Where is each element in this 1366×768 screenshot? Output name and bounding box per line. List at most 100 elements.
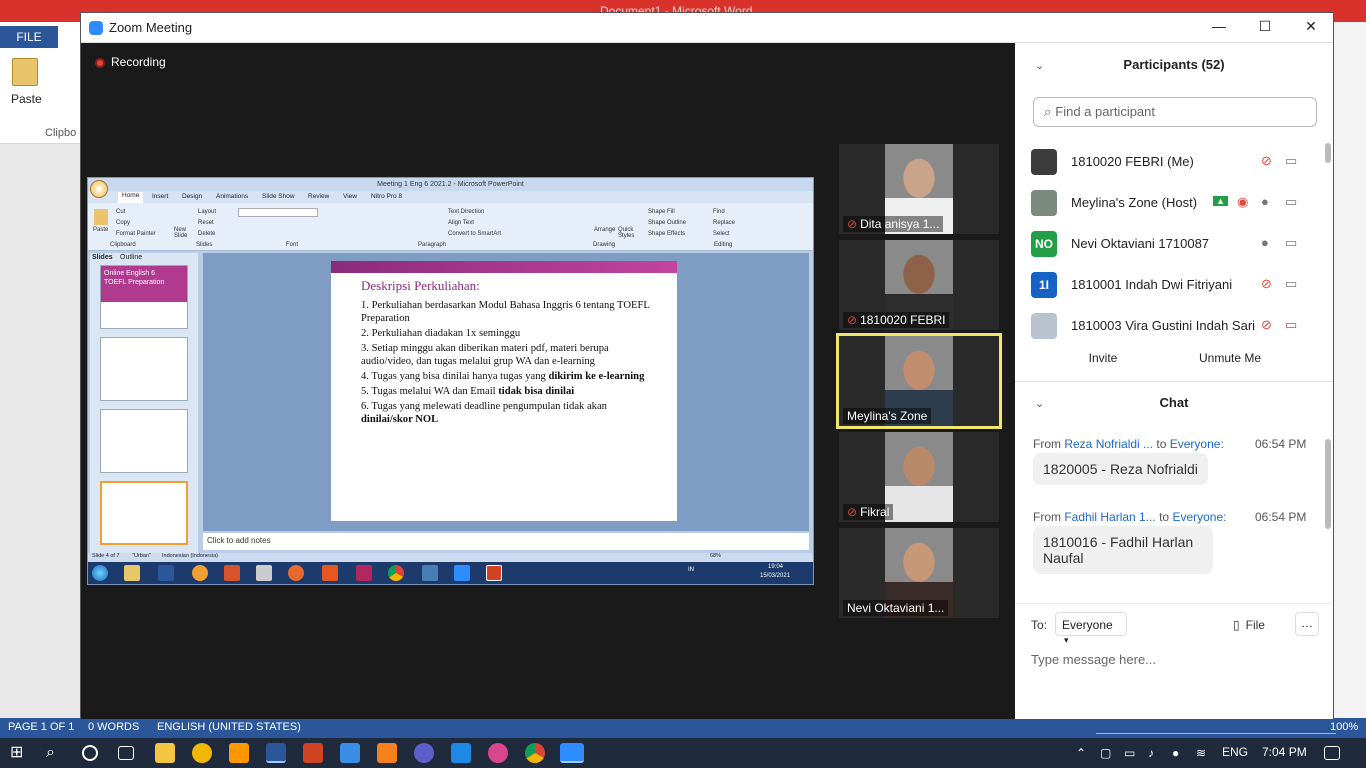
pp-clock-date[interactable]: 15/03/2021: [760, 573, 790, 579]
chat-message-input[interactable]: Type message here...: [1031, 652, 1321, 676]
paste-icon[interactable]: [12, 58, 38, 86]
video-tile[interactable]: ⊘ Dita anisya 1...: [839, 144, 999, 234]
chrome-icon[interactable]: [525, 743, 545, 763]
battery-icon[interactable]: ▭: [1124, 743, 1144, 763]
pp-tray-language[interactable]: IN: [688, 567, 694, 573]
slide-thumb-1[interactable]: Online English 6 TOEFL Preparation: [100, 265, 188, 329]
word-zoom-level[interactable]: 100%: [1330, 721, 1358, 733]
video-tile[interactable]: ⊘ Fikral: [839, 432, 999, 522]
pp-shape-effects[interactable]: Shape Effects: [648, 231, 685, 237]
sublime-icon[interactable]: [229, 743, 249, 763]
pp-text-direction[interactable]: Text Direction: [448, 209, 484, 215]
pp-chrome-icon[interactable]: [388, 565, 404, 581]
arrow-app-icon[interactable]: [340, 743, 360, 763]
pp-clock-time[interactable]: 19:04: [768, 564, 783, 570]
recipient-dropdown[interactable]: Everyone ▾: [1055, 612, 1127, 645]
page-count[interactable]: PAGE 1 OF 1: [8, 721, 74, 733]
pp-tab-design[interactable]: Design: [182, 193, 202, 200]
minimize-icon[interactable]: —: [1209, 18, 1229, 38]
pp-layout[interactable]: Layout: [198, 209, 216, 215]
pp-office-button[interactable]: [90, 180, 108, 198]
pp-shape-fill[interactable]: Shape Fill: [648, 209, 675, 215]
file-button[interactable]: ▯ File: [1233, 618, 1265, 632]
pp-zoom-icon[interactable]: [454, 565, 470, 581]
pp-shape-outline[interactable]: Shape Outline: [648, 220, 686, 226]
video-tile[interactable]: ⊘ 1810020 FEBRI: [839, 240, 999, 330]
pp-tab-animations[interactable]: Animations: [216, 193, 248, 200]
file-explorer-icon[interactable]: [155, 743, 175, 763]
pp-tab-insert[interactable]: Insert: [152, 193, 168, 200]
pp-quick-styles[interactable]: Quick Styles: [618, 227, 636, 239]
task-view-icon[interactable]: [118, 746, 134, 760]
vscode-icon[interactable]: [451, 743, 471, 763]
notification-icon[interactable]: [1324, 746, 1340, 760]
pp-books-icon[interactable]: [224, 565, 240, 581]
pp-screen-icon[interactable]: [422, 565, 438, 581]
word-count[interactable]: 0 WORDS: [88, 721, 139, 733]
word-vertical-scrollbar[interactable]: [1332, 22, 1366, 718]
file-tab[interactable]: FILE: [0, 26, 58, 48]
pp-select[interactable]: Select: [713, 231, 730, 237]
pp-publisher-icon[interactable]: [356, 565, 372, 581]
pp-arrange[interactable]: Arrange: [594, 227, 615, 233]
pp-find[interactable]: Find: [713, 209, 725, 215]
pp-explorer-icon[interactable]: [124, 565, 140, 581]
paste-label[interactable]: Paste: [11, 92, 42, 106]
slide-thumb-4[interactable]: [100, 481, 188, 545]
windows-start-icon[interactable]: ⊞: [10, 743, 30, 763]
sender-name[interactable]: Fadhil Harlan 1...: [1064, 510, 1155, 524]
participant-scrollbar[interactable]: [1325, 143, 1331, 163]
sender-name[interactable]: Reza Nofrialdi ...: [1064, 437, 1153, 451]
pp-firefox-icon[interactable]: [192, 565, 208, 581]
close-icon[interactable]: ✕: [1301, 18, 1321, 38]
pp-zoom-level[interactable]: 68%: [710, 553, 721, 559]
pp-word-icon[interactable]: [158, 565, 174, 581]
link-app-icon[interactable]: [414, 743, 434, 763]
language-status[interactable]: ENGLISH (UNITED STATES): [157, 721, 301, 733]
win7-start-icon[interactable]: [92, 565, 108, 581]
pp-replace[interactable]: Replace: [713, 220, 735, 226]
xampp-icon[interactable]: [377, 743, 397, 763]
recipient-name[interactable]: Everyone:: [1172, 510, 1226, 524]
pp-paste-icon[interactable]: [94, 209, 108, 225]
pp-convert-smartart[interactable]: Convert to SmartArt: [448, 231, 501, 237]
more-options-button[interactable]: …: [1295, 612, 1319, 636]
input-language[interactable]: ENG: [1222, 745, 1248, 759]
unmute-me-button[interactable]: Unmute Me: [1185, 345, 1275, 371]
media-player-icon[interactable]: [192, 743, 212, 763]
video-tile[interactable]: Meylina's Zone: [836, 333, 1002, 429]
pp-tab-review[interactable]: Review: [308, 193, 329, 200]
wifi-icon[interactable]: ≋: [1196, 743, 1216, 763]
game-app-icon[interactable]: [488, 743, 508, 763]
chevron-up-icon[interactable]: ⌃: [1076, 743, 1096, 763]
word-taskbar-icon[interactable]: [266, 743, 286, 763]
chat-scrollbar[interactable]: [1325, 439, 1331, 529]
pp-font-name-input[interactable]: [238, 208, 318, 217]
participant-search-input[interactable]: ⌕ Find a participant: [1033, 97, 1317, 127]
zoom-slider[interactable]: [1096, 720, 1336, 734]
system-clock[interactable]: 7:04 PM: [1262, 745, 1307, 759]
current-slide[interactable]: Deskripsi Perkuliahan: 1. Perkuliahan be…: [331, 261, 677, 521]
pp-panel-tab-slides[interactable]: Slides: [92, 254, 113, 261]
pp-firefox2-icon[interactable]: [288, 565, 304, 581]
powerpoint-taskbar-icon[interactable]: [303, 743, 323, 763]
pp-panel-tab-outline[interactable]: Outline: [120, 254, 142, 261]
meet-now-icon[interactable]: ▢: [1100, 743, 1120, 763]
pp-notes-pane[interactable]: Click to add notes: [203, 533, 809, 550]
cortana-icon[interactable]: [82, 745, 98, 761]
pp-tab-slideshow[interactable]: Slide Show: [262, 193, 295, 200]
slide-thumb-2[interactable]: [100, 337, 188, 401]
pp-paste[interactable]: Paste: [93, 227, 108, 233]
pp-copy[interactable]: Copy: [116, 220, 130, 226]
maximize-icon[interactable]: ☐: [1255, 18, 1275, 38]
pp-delete[interactable]: Delete: [198, 231, 215, 237]
mic-tray-icon[interactable]: ●: [1172, 743, 1192, 763]
pp-reset[interactable]: Reset: [198, 220, 214, 226]
zoom-taskbar-icon[interactable]: [560, 743, 584, 763]
pp-powerpoint-icon[interactable]: [486, 565, 502, 581]
pp-align-text[interactable]: Align Text: [448, 220, 474, 226]
slide-thumb-3[interactable]: [100, 409, 188, 473]
search-icon[interactable]: ⌕: [46, 743, 66, 763]
pp-new-slide[interactable]: New Slide: [174, 227, 196, 239]
pp-tab-view[interactable]: View: [343, 193, 357, 200]
